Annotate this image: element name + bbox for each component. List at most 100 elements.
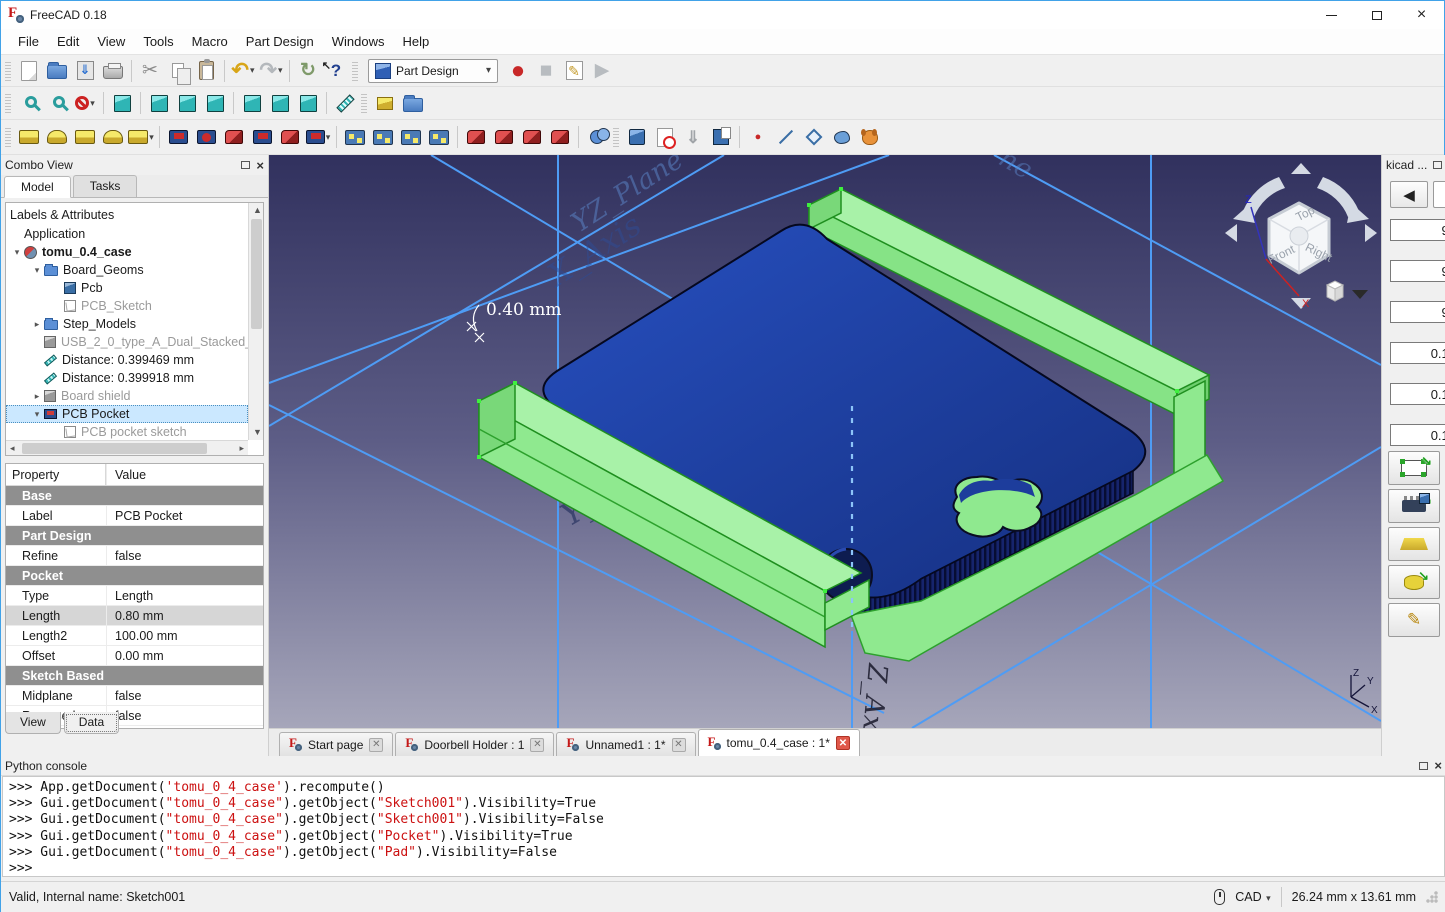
macro-play-button[interactable]: ▶: [588, 57, 616, 85]
tree-item-tomu-0-4-case[interactable]: ▾tomu_0.4_case: [6, 243, 248, 261]
sketch-line-button[interactable]: [772, 123, 800, 151]
sketch-polyline-button[interactable]: [828, 123, 856, 151]
subtractive-primitive-button[interactable]: ▾: [304, 123, 332, 151]
property-row-length2[interactable]: Length2100.00 mm: [6, 626, 263, 646]
minimize-button[interactable]: [1309, 1, 1354, 29]
property-group-base[interactable]: Base: [6, 486, 263, 506]
scroll-left-icon[interactable]: ◂: [10, 444, 15, 453]
document-tab-start-page[interactable]: Start page✕: [279, 732, 393, 756]
toolbar-handle[interactable]: [5, 61, 11, 81]
fillet-button[interactable]: [462, 123, 490, 151]
menu-help[interactable]: Help: [393, 30, 438, 53]
float-panel-icon[interactable]: [1419, 762, 1428, 770]
tab-data[interactable]: Data: [64, 712, 119, 734]
tree-item-board-geoms[interactable]: ▾Board_Geoms: [6, 261, 248, 279]
offset-y-field[interactable]: 0.10: [1390, 383, 1445, 405]
view-top-button[interactable]: [173, 89, 201, 117]
menu-view[interactable]: View: [88, 30, 134, 53]
tree-item-pcb-sketch[interactable]: PCB_Sketch: [6, 297, 248, 315]
additive-primitive-button[interactable]: ▾: [127, 123, 155, 151]
save-document-button[interactable]: ⇓: [71, 57, 99, 85]
kicad-next-button[interactable]: [1433, 181, 1445, 208]
close-tab-icon[interactable]: ✕: [530, 738, 544, 752]
create-group-button[interactable]: [399, 89, 427, 117]
property-row-type[interactable]: TypeLength: [6, 586, 263, 606]
tab-view[interactable]: View: [5, 712, 61, 734]
view-rear-button[interactable]: [238, 89, 266, 117]
close-tab-icon[interactable]: ✕: [369, 738, 383, 752]
3d-viewport[interactable]: YZ_Plane X_Axis Y_Axis ne: [269, 155, 1381, 728]
measure-distance-button[interactable]: [331, 89, 359, 117]
dropdown-arrow-icon[interactable]: ▾: [326, 132, 331, 143]
scroll-right-icon[interactable]: ▸: [239, 444, 244, 453]
menu-file[interactable]: File: [9, 30, 48, 53]
rot-z-field[interactable]: 90: [1390, 301, 1445, 323]
draw-style-button[interactable]: ▾: [71, 89, 99, 117]
property-value[interactable]: false: [106, 706, 263, 725]
scroll-down-icon[interactable]: ▼: [253, 428, 262, 437]
create-body-button[interactable]: [623, 123, 651, 151]
maximize-button[interactable]: [1354, 1, 1399, 29]
new-document-button[interactable]: [15, 57, 43, 85]
property-value[interactable]: Length: [106, 586, 263, 605]
polar-pattern-button[interactable]: [397, 123, 425, 151]
create-sketch-button[interactable]: [651, 123, 679, 151]
scrollbar-thumb[interactable]: [251, 219, 262, 329]
property-value[interactable]: 100.00 mm: [106, 626, 263, 645]
pocket-button[interactable]: [164, 123, 192, 151]
tab-model[interactable]: Model: [4, 176, 71, 198]
tree-item-application[interactable]: Application: [6, 225, 248, 243]
close-tab-icon[interactable]: ✕: [672, 738, 686, 752]
property-value[interactable]: PCB Pocket: [106, 506, 263, 525]
python-console-body[interactable]: >>> App.getDocument('tomu_0_4_case').rec…: [2, 776, 1445, 877]
subtractive-loft-button[interactable]: [248, 123, 276, 151]
menu-edit[interactable]: Edit: [48, 30, 88, 53]
toolbar-handle[interactable]: [5, 127, 11, 147]
push-board-button[interactable]: ↘: [1388, 451, 1440, 485]
offset-x-field[interactable]: 0.10: [1390, 342, 1445, 364]
view-bottom-button[interactable]: [266, 89, 294, 117]
scrollbar-thumb[interactable]: [22, 443, 207, 454]
property-row-label[interactable]: LabelPCB Pocket: [6, 506, 263, 526]
menu-windows[interactable]: Windows: [323, 30, 394, 53]
tree-item-pcb-pocket-sketch[interactable]: PCB pocket sketch: [6, 423, 248, 440]
boolean-operation-button[interactable]: [583, 123, 611, 151]
pcb-cutout-hole[interactable]: [954, 476, 1042, 536]
tree-horizontal-scrollbar[interactable]: ◂ ▸: [6, 440, 248, 455]
revolution-button[interactable]: [43, 123, 71, 151]
mirrored-button[interactable]: [341, 123, 369, 151]
toolbar-handle[interactable]: [361, 93, 367, 113]
property-row-length[interactable]: Length0.80 mm: [6, 606, 263, 626]
macro-record-button[interactable]: ●: [504, 57, 532, 85]
nav-style-selector[interactable]: CAD ▾: [1235, 890, 1270, 904]
tab-tasks[interactable]: Tasks: [73, 175, 138, 197]
tree-item-step-models[interactable]: ▸Step_Models: [6, 315, 248, 333]
close-panel-icon[interactable]: ×: [1434, 759, 1442, 772]
toolbar-handle[interactable]: [5, 93, 11, 113]
pad-button[interactable]: [15, 123, 43, 151]
expand-arrow-icon[interactable]: ▸: [30, 391, 44, 402]
map-sketch-button[interactable]: ⇓: [679, 123, 707, 151]
rot-y-field[interactable]: 90: [1390, 260, 1445, 282]
toolbar-handle[interactable]: [352, 61, 358, 81]
expand-arrow-icon[interactable]: ▾: [10, 247, 24, 258]
document-tab-doorbell-holder-1[interactable]: Doorbell Holder : 1✕: [395, 732, 554, 756]
property-group-part-design[interactable]: Part Design: [6, 526, 263, 546]
open-document-button[interactable]: [43, 57, 71, 85]
hole-button[interactable]: [192, 123, 220, 151]
view-axonometric-button[interactable]: [108, 89, 136, 117]
expand-arrow-icon[interactable]: ▸: [30, 319, 44, 330]
property-value[interactable]: false: [106, 546, 263, 565]
fit-selection-button[interactable]: [43, 89, 71, 117]
macro-edit-button[interactable]: ✎: [560, 57, 588, 85]
copy-button[interactable]: [164, 57, 192, 85]
dropdown-arrow-icon[interactable]: ▾: [149, 132, 154, 143]
export-database-button[interactable]: ↘: [1388, 565, 1440, 599]
subtractive-pipe-button[interactable]: [276, 123, 304, 151]
menu-part-design[interactable]: Part Design: [237, 30, 323, 53]
menu-tools[interactable]: Tools: [134, 30, 182, 53]
export-step-button[interactable]: ↘: [1388, 527, 1440, 561]
paste-button[interactable]: [192, 57, 220, 85]
expand-arrow-icon[interactable]: ▾: [30, 409, 44, 420]
print-button[interactable]: [99, 57, 127, 85]
